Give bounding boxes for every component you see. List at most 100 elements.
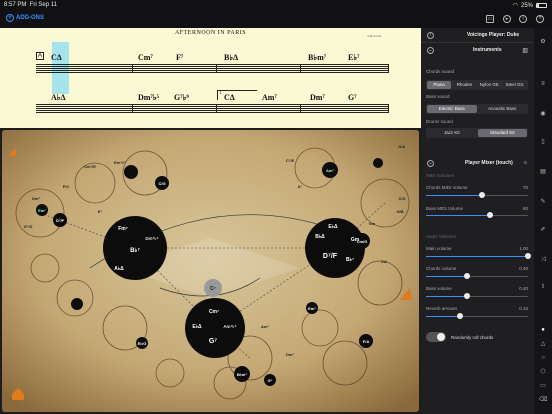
bass-midi-slider[interactable] xyxy=(426,212,528,219)
map-chord-label: C⁷/E xyxy=(286,158,295,163)
map-chord-label: Dm⁷ xyxy=(32,196,40,201)
option-nylon-gtr[interactable]: Nylon Gtr. xyxy=(478,81,502,89)
map-chord-label: Em⁷ xyxy=(308,306,316,311)
voicings-header[interactable]: › Voicings Player: Duke xyxy=(421,28,534,43)
chord-symbol[interactable]: G⁷ xyxy=(348,93,357,102)
chords-sound-selector[interactable]: Piano Rhodes Nylon Gtr. Steel Gtr. xyxy=(426,80,528,90)
option-standard-kit[interactable]: Standard Kit xyxy=(477,129,527,137)
plus-circle-icon: + xyxy=(6,14,14,22)
drums-sound-selector[interactable]: Jazz Kit Standard Kit xyxy=(426,128,528,138)
shuffle-icon[interactable]: ⤨ xyxy=(539,256,547,264)
wrench-icon[interactable]: ✎ xyxy=(539,198,547,206)
map-chord-label: Cm⁷/E xyxy=(84,164,96,169)
circle-shape-icon[interactable]: ● xyxy=(539,326,547,334)
midi-volumes-label: MIDI Volumes xyxy=(426,173,455,178)
roll-chords-toggle[interactable] xyxy=(426,332,446,342)
slider-knob[interactable] xyxy=(479,192,486,198)
chord-symbol[interactable]: Dm⁷♭⁵ xyxy=(138,93,159,102)
settings-icon[interactable]: ⚙ xyxy=(539,38,547,46)
chord-symbol[interactable]: CΔ xyxy=(51,53,62,62)
circle-outline-icon[interactable]: ○ xyxy=(539,354,547,362)
map-chord-label: Cm/G xyxy=(357,239,368,244)
slider-knob[interactable] xyxy=(487,212,494,218)
slider-knob[interactable] xyxy=(525,253,531,259)
instruments-header[interactable]: ⌄ Instruments ▥ xyxy=(421,43,534,58)
help-icon[interactable]: ? xyxy=(536,15,544,23)
chords-sound-label: Chords sound xyxy=(426,69,455,74)
status-bar: 8:57 PM Fri Sep 11 ◠ 25% xyxy=(0,0,552,10)
option-acoustic-bass[interactable]: Acoustic Bass xyxy=(478,105,528,113)
battery-icon xyxy=(536,3,547,8)
hub-left-bottom: A♭Δ xyxy=(114,266,124,272)
chord-symbol[interactable]: G⁷♭⁹ xyxy=(174,93,189,102)
status-right: ◠ 25% xyxy=(513,2,547,9)
keyboard-icon[interactable]: ▤ xyxy=(539,168,547,176)
map-chord-label: E⁷ xyxy=(98,209,103,214)
chord-symbol[interactable]: B♭m⁷ xyxy=(308,53,326,62)
chord-map[interactable]: B♭⁷ Fm⁷ Dm⁷♭⁵ A♭Δ D⁷/F E♭Δ Gm B♭⁷ B♭Δ G⁷… xyxy=(0,128,421,414)
settings-panel: › Voicings Player: Duke ⌄ Instruments ▥ … xyxy=(421,28,534,414)
bass-sound-selector[interactable]: Electric Bass Acoustic Bass xyxy=(426,104,528,114)
chord-symbol[interactable]: B♭Δ xyxy=(224,53,238,62)
hub-bottom-left: E♭Δ xyxy=(192,324,202,330)
chords-volume-value: 0.40 xyxy=(519,266,528,271)
main-volume-slider[interactable] xyxy=(426,253,531,260)
chords-midi-slider[interactable] xyxy=(426,192,528,199)
chord-symbol[interactable]: Am⁷ xyxy=(262,93,277,102)
hub-bottom-center: G⁷ xyxy=(209,338,217,345)
slider-knob[interactable] xyxy=(463,273,470,279)
hub-right-center: D⁷/F xyxy=(323,253,338,260)
info-icon[interactable]: i xyxy=(519,15,527,23)
triangle-shape-icon[interactable]: △ xyxy=(539,340,547,348)
book-icon[interactable]: ▯ xyxy=(539,138,547,146)
share-icon[interactable]: ⇧ xyxy=(539,283,547,291)
chord-map-canvas: B♭⁷ Fm⁷ Dm⁷♭⁵ A♭Δ D⁷/F E♭Δ Gm B♭⁷ B♭Δ G⁷… xyxy=(2,130,419,412)
screen-icon[interactable]: ▭ xyxy=(486,15,494,23)
edit-icon[interactable]: ✐ xyxy=(539,226,547,234)
barline xyxy=(216,64,217,73)
menu-icon[interactable]: ≡ xyxy=(539,80,547,88)
barline xyxy=(300,64,301,73)
slider-knob[interactable] xyxy=(463,293,470,299)
slider-knob[interactable] xyxy=(456,313,463,319)
hub-left-right: Dm⁷♭⁵ xyxy=(145,236,158,241)
hexagon-icon[interactable]: ⬡ xyxy=(539,368,547,376)
chords-midi-label: Chords MIDI Volume xyxy=(426,185,468,190)
chevron-right-icon: › xyxy=(427,32,434,39)
add-ons-button[interactable]: + ADD-ONS xyxy=(6,14,44,22)
chevron-down-icon: ⌄ xyxy=(427,47,434,54)
map-chord-label: Dm⁷ xyxy=(286,352,294,357)
trash-icon[interactable]: ⌫ xyxy=(539,396,547,404)
option-jazz-kit[interactable]: Jazz Kit xyxy=(427,129,477,137)
bass-volume-slider[interactable] xyxy=(426,293,528,300)
center-node: C⁷ xyxy=(210,286,216,292)
option-electric-bass[interactable]: Electric Bass xyxy=(427,105,477,113)
section-marker: A xyxy=(36,52,45,60)
chord-symbol[interactable]: E♭⁷ xyxy=(348,53,360,62)
audio-volumes-label: Audio Volumes xyxy=(426,234,457,239)
barline xyxy=(388,64,389,73)
barline xyxy=(388,104,389,113)
main-volume-label: Main volume xyxy=(426,246,452,251)
play-icon[interactable]: ▸ xyxy=(503,15,511,23)
option-rhodes[interactable]: Rhodes xyxy=(452,81,476,89)
chord-symbol[interactable]: F⁷ xyxy=(176,53,183,62)
barline xyxy=(132,104,133,113)
drums-sound-label: Drums sound xyxy=(426,119,453,124)
first-ending: 1 xyxy=(217,90,257,100)
mixer-header[interactable]: ⌄ Player Mixer (touch) ☼ xyxy=(421,156,534,171)
user-icon[interactable]: ◉ xyxy=(539,110,547,118)
map-chord-label: G/B xyxy=(396,209,403,214)
reverb-slider[interactable] xyxy=(426,313,528,320)
bass-midi-label: Bass MIDI Volume xyxy=(426,206,464,211)
status-time: 8:57 PM Fri Sep 11 xyxy=(4,2,57,8)
map-chord-label: C/G xyxy=(398,196,405,201)
chord-symbol[interactable]: CΔ xyxy=(224,93,235,102)
chords-volume-slider[interactable] xyxy=(426,273,528,280)
option-steel-gtr[interactable]: Steel Gtr. xyxy=(503,81,527,89)
rectangle-icon[interactable]: ▭ xyxy=(539,382,547,390)
chord-symbol[interactable]: Dm⁷ xyxy=(310,93,325,102)
chord-symbol[interactable]: A♭Δ xyxy=(51,93,66,102)
option-piano[interactable]: Piano xyxy=(427,81,452,89)
chord-symbol[interactable]: Cm⁷ xyxy=(138,53,153,62)
